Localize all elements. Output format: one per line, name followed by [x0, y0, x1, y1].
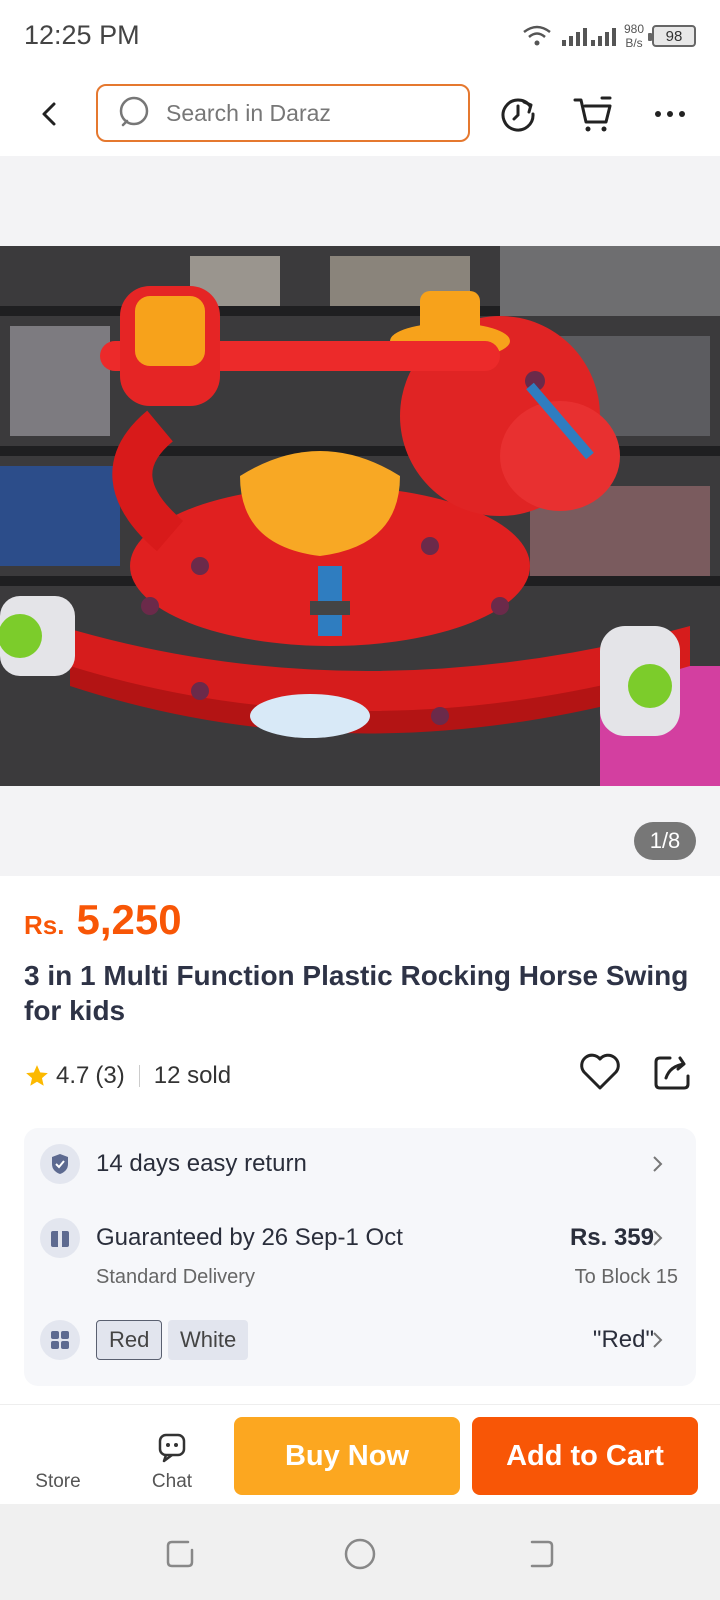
rocking-horse-illustration — [0, 246, 720, 786]
chevron-right-icon[interactable] — [650, 1154, 666, 1174]
price-value: 5,250 — [76, 896, 182, 943]
star-icon — [26, 1065, 48, 1086]
wifi-icon — [523, 25, 551, 46]
search-placeholder: Search in Daraz — [166, 99, 331, 126]
rating-value: 4.7 — [56, 1062, 90, 1089]
chevron-right-icon[interactable] — [650, 1330, 666, 1350]
chat-icon[interactable] — [154, 1429, 190, 1465]
heart-icon[interactable] — [578, 1050, 622, 1094]
service-info-card: 14 days easy return Guaranteed by 26 Sep… — [24, 1128, 696, 1386]
battery-icon: 98 — [648, 25, 696, 47]
sold-count: 12 sold — [153, 1062, 232, 1089]
product-title: 3 in 1 Multi Function Plastic Rocking Ho… — [24, 960, 689, 1026]
rating-row[interactable]: 4.7 (3) 12 sold — [24, 1056, 231, 1096]
variant-chip-white[interactable]: White — [168, 1320, 249, 1360]
product-image[interactable] — [0, 246, 720, 786]
back-arrow-icon[interactable] — [30, 94, 70, 134]
search-input[interactable]: Search in Daraz — [96, 84, 470, 142]
chat-button[interactable]: Chat — [144, 1471, 200, 1493]
status-bar: 12:25 PM 980 B/s 98 — [0, 0, 720, 72]
recent-apps-icon[interactable] — [162, 1536, 198, 1572]
delivery-type-text: Standard Delivery — [96, 1266, 255, 1288]
divider — [138, 1065, 140, 1087]
shield-check-icon — [40, 1144, 80, 1184]
delivery-location: To Block 15 — [574, 1266, 678, 1288]
delivery-box-icon — [40, 1218, 80, 1258]
search-icon — [119, 96, 149, 127]
store-button[interactable]: Store — [28, 1471, 88, 1493]
variant-chip-red[interactable]: Red — [96, 1320, 163, 1360]
share-icon[interactable] — [652, 1050, 694, 1092]
header: Search in Daraz — [0, 72, 720, 156]
add-to-cart-button[interactable]: Add to Cart — [472, 1417, 698, 1495]
bottom-action-bar: Store Chat Buy Now Add to Cart — [0, 1404, 720, 1504]
review-count: (3) — [95, 1062, 125, 1089]
signal-icon — [561, 28, 616, 46]
delivery-fee: Rs. 359 — [569, 1224, 654, 1251]
net-speed: 980 B/s — [624, 22, 644, 50]
system-nav-bar — [0, 1504, 720, 1600]
status-icons: 980 B/s 98 — [522, 22, 696, 50]
home-icon[interactable] — [342, 1536, 378, 1572]
return-policy-text[interactable]: 14 days easy return — [96, 1150, 307, 1178]
currency-label: Rs. — [24, 910, 65, 940]
refresh-icon[interactable] — [496, 92, 540, 136]
variants-grid-icon — [40, 1320, 80, 1360]
net-speed-unit: B/s — [625, 36, 643, 50]
chevron-right-icon[interactable] — [650, 1228, 666, 1248]
delivery-date-text[interactable]: Guaranteed by 26 Sep-1 Oct — [96, 1224, 403, 1252]
selected-variant[interactable]: "Red" — [593, 1326, 654, 1354]
net-speed-value: 980 — [623, 22, 644, 36]
image-counter: 1/8 — [634, 822, 696, 860]
status-time: 12:25 PM — [24, 20, 140, 50]
more-icon[interactable] — [650, 92, 694, 136]
price-row: Rs. 5,250 — [24, 896, 182, 944]
back-nav-icon[interactable] — [522, 1536, 558, 1572]
buy-now-button[interactable]: Buy Now — [234, 1417, 460, 1495]
cart-icon[interactable] — [572, 92, 616, 136]
product-gallery[interactable]: 1/8 — [0, 156, 720, 876]
